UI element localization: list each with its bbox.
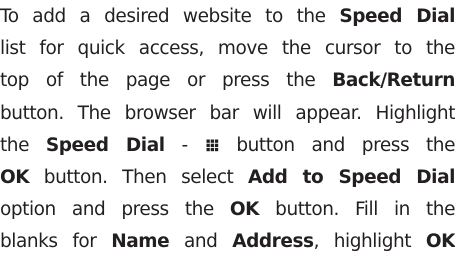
text-run: the (0, 134, 46, 156)
text-run: list for quick access, move the cursor t… (0, 38, 455, 60)
instruction-document: To add a desired website to the Speed Di… (0, 1, 455, 259)
text-line: To add a desired website to the Speed Di… (0, 1, 455, 33)
text-run: blanks for (0, 231, 112, 253)
text-line: option and press the OK button. Fill in … (0, 194, 455, 226)
text-run: option and press the (0, 199, 230, 221)
text-run: top of the page or press the (0, 70, 333, 92)
grid-cell (214, 147, 218, 151)
grid-cell (210, 143, 214, 147)
bold-term: Speed Dial (339, 6, 455, 27)
bold-term: OK (229, 199, 260, 221)
text-run: button. Fill in the (259, 199, 455, 221)
speed-dial-grid-icon (206, 139, 218, 151)
bold-term: Add to Speed Dial (247, 166, 455, 188)
text-line: OK button. Then select Add to Speed Dial (0, 162, 455, 194)
bold-term: OK (0, 166, 30, 188)
text-line: list for quick access, move the cursor t… (0, 33, 455, 65)
grid-cell (206, 139, 210, 143)
bold-term: Name (111, 231, 170, 253)
text-run: , highlight (313, 231, 426, 253)
text-run: and (169, 231, 233, 253)
bold-term: OK (425, 231, 455, 253)
speed-dial-instructions-paragraph: To add a desired website to the Speed Di… (0, 1, 455, 259)
grid-cell (206, 147, 210, 151)
text-run: button. Then select (29, 166, 248, 188)
text-run: button and press the (219, 134, 455, 156)
grid-cell (206, 143, 210, 147)
text-line: button. The browser bar will appear. Hig… (0, 98, 455, 130)
grid-cell (210, 147, 214, 151)
text-run: - (164, 134, 205, 156)
bold-term: Address (232, 231, 314, 253)
bold-term: Speed Dial (45, 134, 165, 156)
grid-cell (214, 139, 218, 143)
text-run: To add a desired website to the (0, 6, 340, 27)
text-line: top of the page or press the Back/Return (0, 65, 455, 97)
text-line: the Speed Dial - button and press the (0, 130, 455, 162)
text-run: button. The browser bar will appear. Hig… (0, 102, 455, 124)
text-line: blanks for Name and Address, highlight O… (0, 226, 455, 258)
bold-term: Back/Return (332, 70, 455, 92)
grid-cell (214, 143, 218, 147)
grid-cell (210, 139, 214, 143)
